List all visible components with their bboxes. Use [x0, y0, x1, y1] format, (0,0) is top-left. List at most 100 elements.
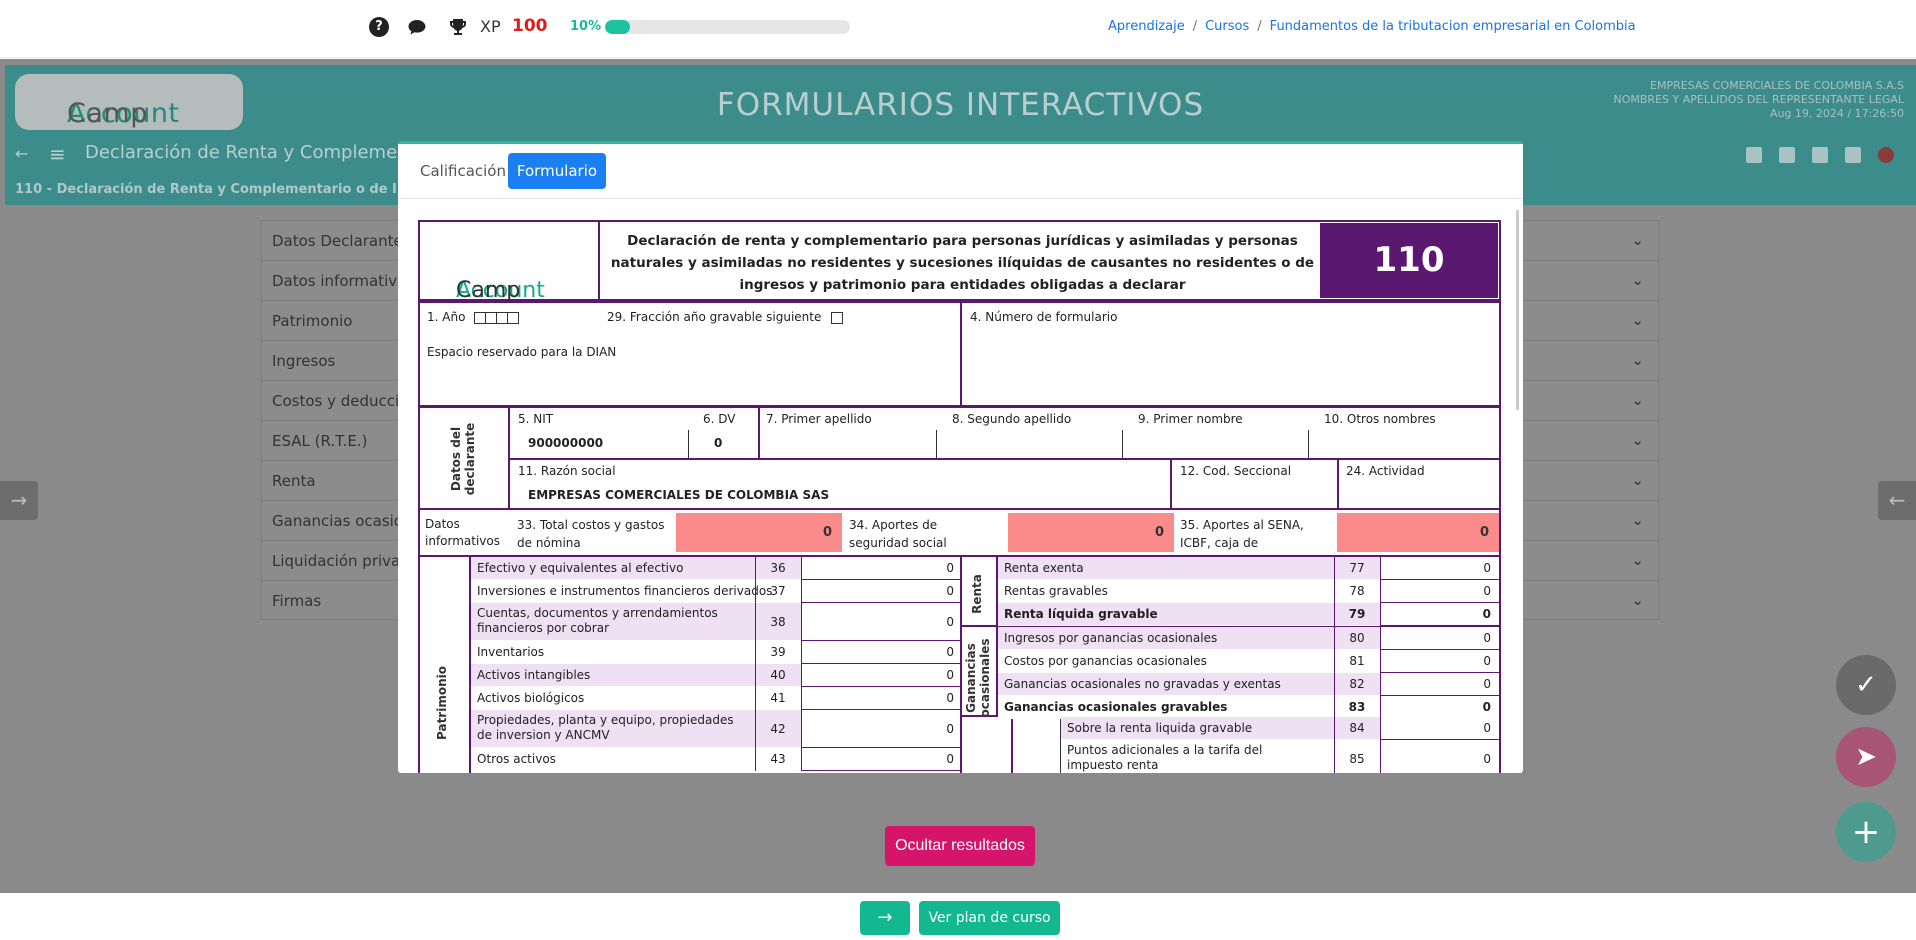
form-row: Propiedades, planta y equipo, propiedade…	[471, 710, 962, 748]
form-row: Ganancias ocasionales gravables 83 0	[998, 696, 1499, 719]
folder-icon[interactable]	[1779, 147, 1795, 163]
row-value[interactable]: 0	[1380, 603, 1499, 626]
row-value[interactable]: 0	[801, 687, 962, 710]
field-33-value[interactable]: 0	[676, 513, 842, 552]
row-value[interactable]: 0	[1380, 696, 1499, 719]
tab-formulario[interactable]: Formulario	[508, 153, 606, 189]
breadcrumb-cursos[interactable]: Cursos	[1205, 19, 1249, 34]
form-row: Ganancias ocasionales no gravadas y exen…	[998, 673, 1499, 696]
chevron-down-icon: ⌄	[1631, 551, 1644, 569]
row-number: 36	[770, 561, 786, 575]
row-number: 81	[1349, 654, 1365, 668]
breadcrumb-aprendizaje[interactable]: Aprendizaje	[1108, 19, 1185, 34]
course-plan-button[interactable]: Ver plan de curso	[919, 901, 1060, 935]
chevron-down-icon: ⌄	[1631, 391, 1644, 409]
row-value[interactable]: 0	[1380, 580, 1499, 603]
send-fab-button[interactable]: ➤	[1836, 727, 1896, 787]
form-row: Sobre la renta liquida gravable 84 0	[1061, 717, 1499, 740]
row-value[interactable]: 0	[1380, 673, 1499, 696]
field-1-label: 1. Año	[427, 310, 520, 324]
chevron-down-icon: ⌄	[1631, 311, 1644, 329]
row-number: 41	[770, 691, 786, 705]
calendar-icon[interactable]	[1845, 147, 1861, 163]
row-value[interactable]: 0	[801, 748, 962, 771]
row-label: Inventarios	[477, 645, 545, 659]
next-button[interactable]: →	[860, 901, 910, 935]
form-row: Inventarios 39 0	[471, 641, 962, 664]
prev-arrow-icon[interactable]: ←	[1878, 481, 1916, 520]
scrollbar[interactable]	[1516, 210, 1519, 410]
row-label: Activos biológicos	[477, 691, 585, 705]
form-title: Declaración de renta y complementario pa…	[610, 233, 1315, 293]
row-value[interactable]: 0	[1380, 557, 1499, 580]
form-row: Otros activos 43 0	[471, 748, 962, 771]
row-value[interactable]: 0	[801, 580, 962, 603]
field-34-value[interactable]: 0	[1008, 513, 1174, 552]
row-number: 85	[1349, 752, 1365, 766]
form-number: 110	[1320, 223, 1498, 298]
row-value[interactable]: 0	[1380, 740, 1499, 773]
add-fab-button[interactable]: +	[1836, 802, 1896, 862]
chevron-down-icon: ⌄	[1631, 431, 1644, 449]
row-value[interactable]: 0	[801, 603, 962, 641]
row-label: Ingresos por ganancias ocasionales	[1004, 631, 1218, 645]
row-label: Ganancias ocasionales no gravadas y exen…	[1004, 677, 1281, 691]
home-icon[interactable]	[1746, 147, 1762, 163]
row-number: 42	[770, 722, 786, 736]
next-arrow-icon[interactable]: →	[0, 481, 38, 520]
row-label: Rentas gravables	[1004, 584, 1108, 598]
chevron-down-icon: ⌄	[1631, 271, 1644, 289]
form-row: Puntos adicionales a la tarifa del impue…	[1061, 740, 1499, 773]
row-label: Ganancias ocasionales gravables	[1004, 700, 1228, 714]
ganancias-section-label: Ganancias ocasionales	[964, 638, 992, 718]
row-value[interactable]: 0	[1380, 717, 1499, 740]
row-value[interactable]: 0	[801, 664, 962, 687]
row-label: Puntos adicionales a la tarifa del impue…	[1067, 743, 1263, 772]
field-12-label: 12. Cod. Seccional	[1180, 464, 1292, 478]
chat-icon[interactable]	[407, 17, 427, 37]
dian-label: Espacio reservado para la DIAN	[427, 345, 617, 359]
breadcrumb-course[interactable]: Fundamentos de la tributacion empresaria…	[1270, 19, 1636, 34]
xp-label: XP	[480, 17, 501, 36]
menu-icon[interactable]: ≡	[49, 142, 66, 166]
form-row: Renta líquida gravable 79 0	[998, 603, 1499, 626]
tab-calificacion[interactable]: Calificación	[404, 153, 522, 189]
header-icons	[1746, 147, 1916, 171]
form-modal: Calificación Formulario Account Camp Decl…	[398, 141, 1523, 773]
row-number: 79	[1348, 607, 1366, 621]
row-value[interactable]: 0	[801, 557, 962, 580]
form-row: Rentas gravables 78 0	[998, 580, 1499, 603]
year-boxes[interactable]	[474, 310, 520, 324]
hide-results-button[interactable]: Ocultar resultados	[885, 826, 1035, 866]
field-4-label: 4. Número de formulario	[970, 310, 1118, 324]
check-fab-button[interactable]: ✓	[1836, 655, 1896, 715]
form-row: Costos por ganancias ocasionales 81 0	[998, 650, 1499, 673]
bell-icon[interactable]	[1812, 147, 1828, 163]
field-11-label: 11. Razón social	[518, 464, 616, 478]
field-10-label: 10. Otros nombres	[1324, 412, 1436, 426]
info-section-label: Datos informativos	[425, 517, 501, 548]
field-11-value[interactable]: EMPRESAS COMERCIALES DE COLOMBIA SAS	[528, 488, 829, 502]
row-number: 84	[1349, 721, 1365, 735]
row-number: 37	[770, 584, 786, 598]
chevron-down-icon: ⌄	[1631, 591, 1644, 609]
help-icon[interactable]: ?	[369, 17, 389, 37]
back-arrow-icon[interactable]: ←	[15, 144, 28, 163]
progress-bar	[605, 20, 850, 34]
field-29-checkbox[interactable]	[831, 311, 844, 324]
form-row: Inversiones e instrumentos financieros d…	[471, 580, 962, 603]
row-value[interactable]: 0	[801, 710, 962, 748]
row-value[interactable]: 0	[1380, 650, 1499, 673]
field-35-value[interactable]: 0	[1337, 513, 1499, 552]
row-number: 43	[770, 752, 786, 766]
row-value[interactable]: 0	[1380, 627, 1499, 650]
field-6-value[interactable]: 0	[714, 436, 722, 450]
modal-tabs: Calificación Formulario	[398, 144, 1523, 199]
field-24-label: 24. Actividad	[1346, 464, 1425, 478]
field-5-value[interactable]: 900000000	[528, 436, 603, 450]
row-value[interactable]: 0	[801, 641, 962, 664]
row-number: 77	[1349, 561, 1365, 575]
form-scroll-area[interactable]: Account Camp Declaración de renta y compl…	[398, 200, 1523, 773]
power-icon[interactable]	[1878, 147, 1894, 163]
row-label: Sobre la renta liquida gravable	[1067, 721, 1253, 735]
